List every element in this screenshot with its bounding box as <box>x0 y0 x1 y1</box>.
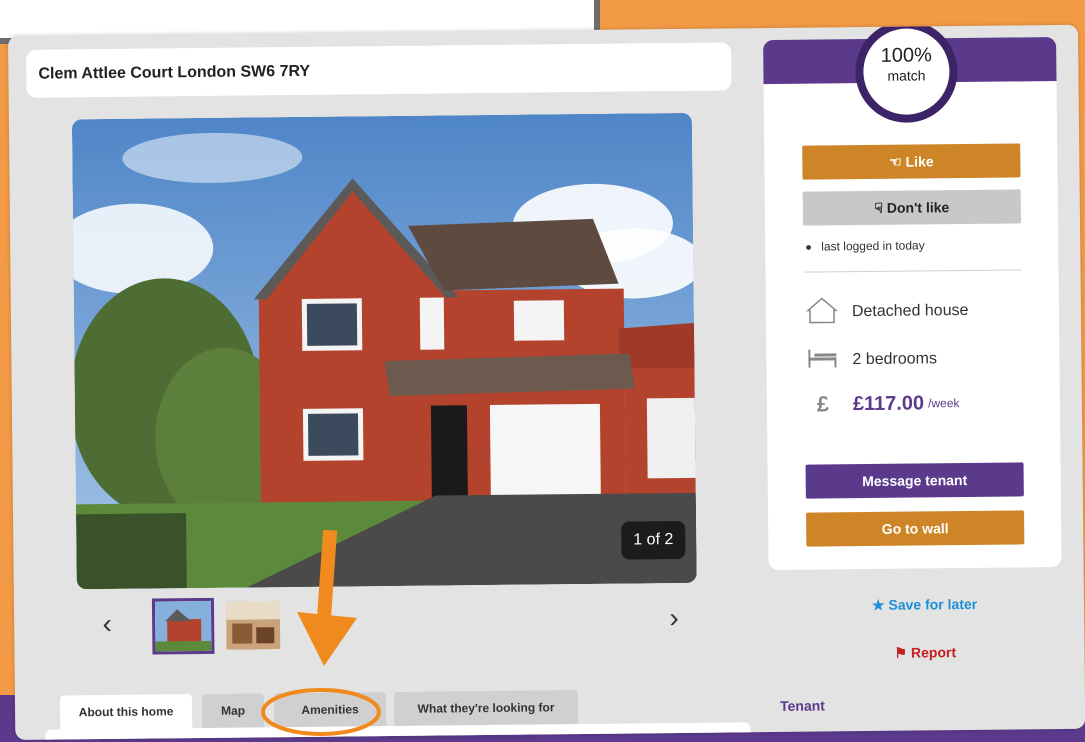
thumbnail-exterior[interactable] <box>151 597 215 655</box>
annotation-circle-icon <box>261 688 381 736</box>
summary-card: 100% match ☜ Like ☟ Don't like ● last lo… <box>763 24 1062 571</box>
thumbs-down-icon: ☟ <box>874 199 884 216</box>
person-icon: ● <box>805 241 812 254</box>
chevron-right-icon[interactable]: › <box>663 602 685 633</box>
like-button[interactable]: ☜ Like <box>802 143 1021 180</box>
price-value: £117.00 <box>852 391 925 415</box>
flag-icon: ⚑ <box>894 644 908 661</box>
dislike-button[interactable]: ☟ Don't like <box>802 189 1022 226</box>
price-unit: /week <box>928 396 960 411</box>
property-type: Detached house <box>804 296 969 328</box>
chevron-left-icon[interactable]: ‹ <box>96 608 118 639</box>
bed-icon <box>804 347 840 374</box>
address-text: Clem Attlee Court London SW6 7RY <box>38 62 311 83</box>
last-logged: ● last logged in today <box>805 238 925 253</box>
thumbnail-interior[interactable] <box>225 601 281 650</box>
tenant-heading: Tenant <box>779 697 825 714</box>
tab-map[interactable]: Map <box>201 693 265 729</box>
bedrooms: 2 bedrooms <box>804 344 937 375</box>
house-icon <box>804 296 840 329</box>
address-title: Clem Attlee Court London SW6 7RY <box>26 42 732 98</box>
thumbnail-image <box>154 600 212 652</box>
bedrooms-text: 2 bedrooms <box>852 350 938 369</box>
main-photo[interactable] <box>71 112 697 590</box>
message-tenant-button[interactable]: Message tenant <box>805 462 1024 499</box>
rent-price: £ £117.00 /week <box>805 388 960 420</box>
match-percent: 100% <box>880 44 932 67</box>
last-logged-text: last logged in today <box>821 238 925 254</box>
divider <box>803 269 1022 273</box>
go-to-wall-button[interactable]: Go to wall <box>806 510 1025 547</box>
thumbnail-image <box>225 601 281 650</box>
match-badge: 100% match <box>854 24 958 124</box>
match-label: match <box>887 67 926 84</box>
house-photo-image <box>71 112 697 590</box>
report-label: Report <box>910 644 957 661</box>
like-label: Like <box>905 153 934 170</box>
tab-looking-for[interactable]: What they're looking for <box>393 690 579 726</box>
annotation-arrow-icon <box>297 530 357 666</box>
listing-panel: Clem Attlee Court London SW6 7RY 1 of 2 … <box>8 24 1085 740</box>
save-label: Save for later <box>888 595 978 613</box>
save-for-later-link[interactable]: ★ Save for later <box>872 596 977 614</box>
photo-counter: 1 of 2 <box>621 520 686 560</box>
dislike-label: Don't like <box>886 199 950 216</box>
thumbs-up-icon: ☜ <box>889 153 902 170</box>
report-link[interactable]: ⚑ Report <box>894 644 956 662</box>
property-type-text: Detached house <box>851 301 969 321</box>
star-icon: ★ <box>871 596 885 613</box>
pound-icon: £ <box>816 391 830 417</box>
